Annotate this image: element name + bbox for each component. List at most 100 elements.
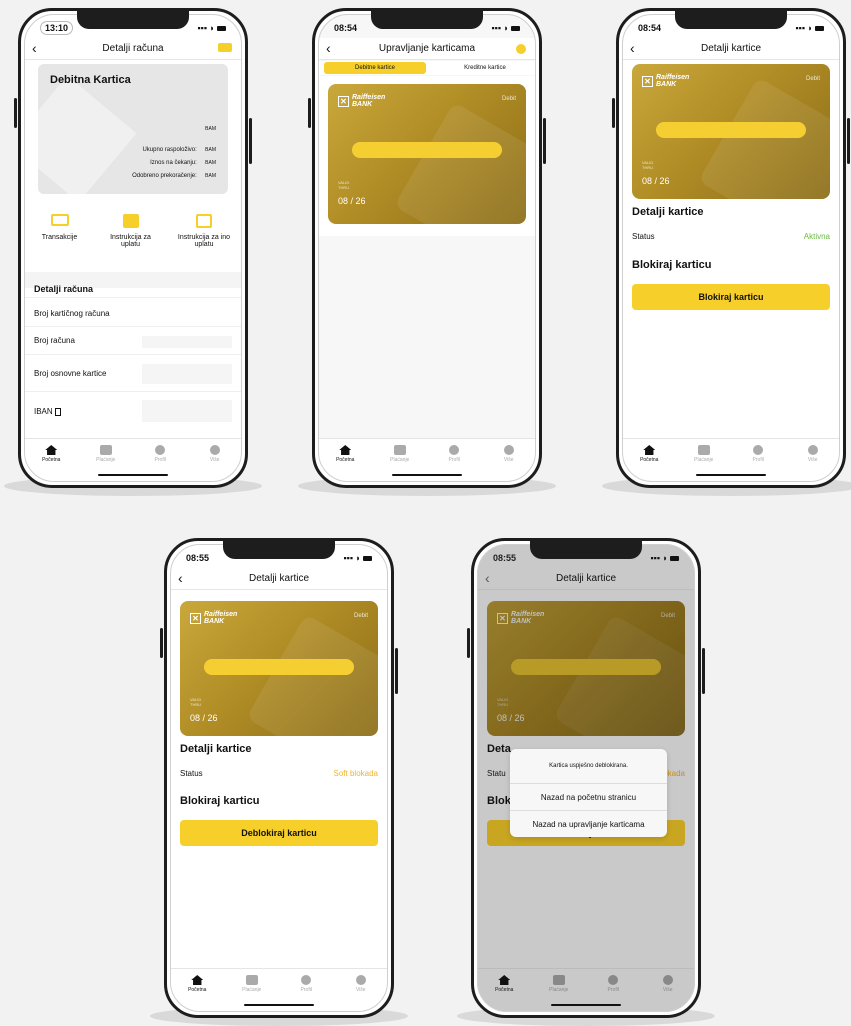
home-icon	[643, 445, 656, 455]
tab-home[interactable]: Početna	[177, 975, 217, 993]
more-icon	[355, 975, 366, 985]
card-number-masked	[204, 659, 354, 675]
more-icon	[807, 445, 818, 455]
back-icon[interactable]: ‹	[630, 40, 635, 56]
page-title: Detalji kartice	[248, 573, 310, 584]
transactions-button[interactable]: Transakcije	[35, 214, 85, 248]
back-to-home-button[interactable]: Nazad na početnu stranicu	[510, 783, 667, 810]
page-title: Detalji računa	[102, 43, 164, 54]
tab-more[interactable]: Više	[341, 975, 381, 993]
status-time: 08:54	[638, 23, 662, 33]
row-overdraft: Odobreno prekoračenje: BAM	[132, 173, 216, 179]
tab-profile[interactable]: Profil	[434, 445, 474, 463]
debit-card[interactable]: ✕ Raiffeisen BANK Debit VALID THRU 08 / 26	[328, 84, 526, 224]
wallet-icon	[99, 445, 112, 455]
tab-payments[interactable]: Plaćanje	[684, 445, 724, 463]
tab-credit-cards[interactable]: Kreditne kartice	[434, 61, 536, 75]
copy-icon[interactable]	[54, 407, 61, 416]
status-label: Status	[180, 769, 203, 778]
tab-payments[interactable]: Plaćanje	[380, 445, 420, 463]
profile-icon	[753, 445, 764, 455]
tab-profile: Profil	[593, 975, 633, 993]
more-icon	[503, 445, 514, 455]
card-type: Debit	[353, 613, 368, 619]
phone-account-details: 13:10 ▪▪▪ ◗ ‹ Detalji računa Debitna Kar…	[4, 8, 262, 496]
bank-logo: ✕ Raiffeisen BANK	[642, 74, 689, 88]
tab-debit-cards[interactable]: Debitne kartice	[324, 62, 426, 74]
status-time: 08:55	[493, 553, 517, 563]
field-iban[interactable]: IBAN	[34, 407, 61, 416]
section-card-details: Detalji kartice	[180, 743, 252, 755]
valid-thru-label: VALID THRU	[642, 160, 654, 170]
debit-card: ✕ Raiffeisen BANK Debit VALID THRU 08 / 26	[632, 64, 830, 199]
dialog-message: Kartica uspješno deblokirana.	[549, 763, 628, 769]
phone-unblock-success-dialog: 08:55 ▪▪▪ ◗ ‹ Detalji kartice ✕ Raiffeisen…	[457, 538, 715, 1026]
bank-logo: ✕ Raiffeisen BANK	[338, 94, 385, 108]
status-value: Aktivna	[803, 232, 830, 241]
wallet-icon	[393, 445, 406, 455]
tab-more[interactable]: Više	[489, 445, 529, 463]
status-time: 08:55	[186, 553, 210, 563]
section-title: Detalji računa	[34, 284, 94, 294]
card-title: Debitna Kartica	[50, 74, 131, 86]
tab-profile[interactable]: Profil	[286, 975, 326, 993]
more-icon	[662, 975, 673, 985]
field-account-number[interactable]: Broj računa	[34, 336, 75, 345]
page-title: Upravljanje karticama	[378, 43, 476, 54]
page-title: Detalji kartice	[700, 43, 762, 54]
debit-card: ✕ Raiffeisen BANK Debit VALID THRU 08 / 26	[180, 601, 378, 736]
section-card-details: Detalji kartice	[632, 206, 704, 218]
section-card-details-dimmed: Deta	[487, 743, 511, 755]
status-time: 13:10	[40, 21, 74, 35]
back-icon[interactable]: ‹	[32, 40, 37, 56]
block-card-button[interactable]: Blokiraj karticu	[632, 284, 830, 310]
phone-card-details-soft-blocked: 08:55 ▪▪▪ ◗ ‹ Detalji kartice ✕ Raiffeisen…	[150, 538, 408, 1026]
tab-payments[interactable]: Plaćanje	[232, 975, 272, 993]
card-icon[interactable]	[218, 43, 232, 52]
tab-home[interactable]: Početna	[325, 445, 365, 463]
instruction-icon	[122, 214, 139, 228]
block-section-title: Blokiraj karticu	[180, 795, 260, 807]
back-icon[interactable]: ‹	[178, 570, 183, 586]
tab-more[interactable]: Više	[793, 445, 833, 463]
card-number-masked	[352, 142, 502, 158]
back-icon[interactable]: ‹	[326, 40, 331, 56]
home-icon	[498, 975, 511, 985]
card-expiry: 08 / 26	[190, 713, 218, 723]
back-to-card-management-button[interactable]: Nazad na upravljanje karticama	[510, 810, 667, 837]
field-primary-card[interactable]: Broj osnovne kartice	[34, 369, 106, 378]
wallet-icon	[697, 445, 710, 455]
home-icon	[339, 445, 352, 455]
profile-icon	[301, 975, 312, 985]
block-section-title-dimmed: Blok	[487, 795, 511, 807]
profile-icon	[449, 445, 460, 455]
block-section-title: Blokiraj karticu	[632, 259, 712, 271]
tab-more: Više	[648, 975, 688, 993]
payment-instruction-button[interactable]: Instrukcija za uplatu	[106, 214, 156, 248]
instruction-foreign-icon	[196, 214, 212, 228]
tab-profile[interactable]: Profil	[140, 445, 180, 463]
unblock-card-button[interactable]: Deblokiraj karticu	[180, 820, 378, 846]
card-type: Debit	[501, 96, 516, 102]
foreign-payment-instruction-button[interactable]: Instrukcija za ino uplatu	[177, 214, 232, 248]
page-title: Detalji kartice	[555, 573, 617, 584]
phone-card-management: 08:54 ▪▪▪ ◗ ‹ Upravljanje karticama Debit…	[298, 8, 556, 496]
info-icon[interactable]	[516, 44, 526, 54]
row-available: Ukupno raspoloživo: BAM	[142, 147, 216, 153]
card-number-masked	[511, 659, 661, 675]
status-time: 08:54	[334, 23, 358, 33]
valid-thru-label: VALID THRU	[497, 697, 509, 707]
tab-profile[interactable]: Profil	[738, 445, 778, 463]
profile-icon	[608, 975, 619, 985]
bank-logo: ✕ Raiffeisen BANK	[190, 611, 237, 625]
wallet-icon	[245, 975, 258, 985]
success-dialog: Kartica uspješno deblokirana. Nazad na p…	[510, 749, 667, 837]
field-card-account[interactable]: Broj kartičnog računa	[34, 309, 110, 318]
tab-home[interactable]: Početna	[629, 445, 669, 463]
card-type: Debit	[805, 76, 820, 82]
wallet-icon	[552, 975, 565, 985]
tab-payments[interactable]: Plaćanje	[86, 445, 126, 463]
card-type: Debit	[660, 613, 675, 619]
tab-more[interactable]: Više	[195, 445, 235, 463]
tab-home[interactable]: Početna	[31, 445, 71, 463]
